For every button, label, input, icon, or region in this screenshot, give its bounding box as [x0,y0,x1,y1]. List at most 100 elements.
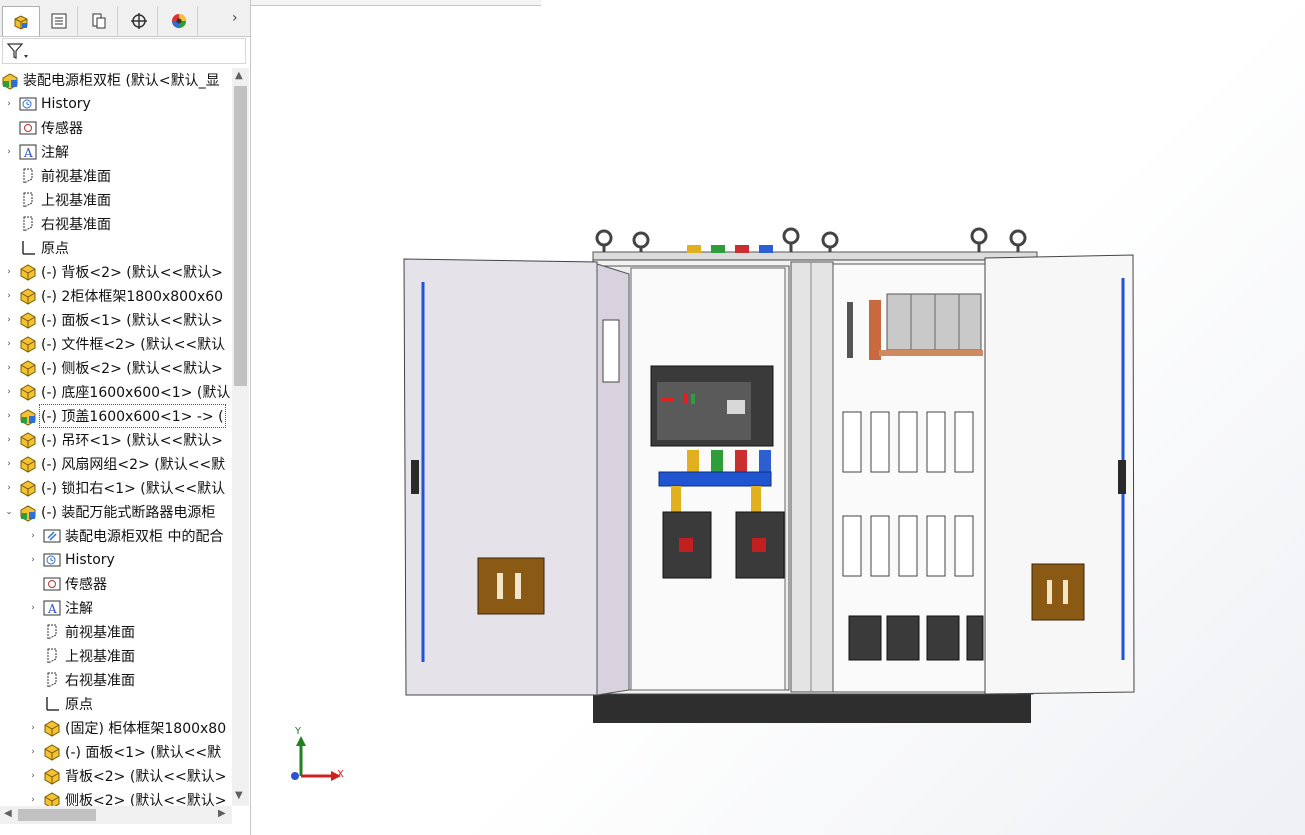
tree-item[interactable]: 右视基准面 [0,212,232,236]
tree-item-label: 上视基准面 [41,193,111,209]
plane-icon [42,646,62,666]
plane-icon [18,190,38,210]
expand-chevron-icon[interactable]: › [4,267,14,277]
tree-item[interactable]: › (固定) 柜体框架1800x80 [0,716,232,740]
expand-chevron-icon[interactable]: › [4,387,14,397]
tree-item[interactable]: 前视基准面 [0,164,232,188]
left-door-hinge [411,460,419,494]
expand-chevron-icon[interactable]: › [4,363,14,373]
tree-item[interactable]: 传感器 [0,572,232,596]
tab-feature-manager[interactable] [2,6,40,36]
expand-chevron-icon[interactable]: › [4,99,14,109]
tree-item[interactable]: › (-) 面板<1> (默认<<默 [0,740,232,764]
scroll-thumb-horizontal[interactable] [18,809,96,821]
tree-item[interactable]: › 背板<2> (默认<<默认> [0,764,232,788]
tree-item[interactable]: › 侧板<2> (默认<<默认> [0,788,232,806]
tree-item-label: (-) 面板<1> (默认<<默认> [41,313,223,329]
crosshair-icon [130,13,147,29]
expand-chevron-icon[interactable]: › [4,411,14,421]
expand-chevron-icon[interactable]: › [28,747,38,757]
tree-item-label: 传感器 [41,121,83,137]
tab-property-manager[interactable] [40,6,78,36]
tree-item[interactable]: › (-) 锁扣右<1> (默认<<默认 [0,476,232,500]
tree-item[interactable]: › 装配电源柜双柜 中的配合 [0,524,232,548]
tree-item[interactable]: › A 注解 [0,140,232,164]
origin-icon [18,238,38,258]
tree-item-label: 注解 [65,601,93,617]
part-icon [18,454,38,474]
cabinet-model[interactable] [251,0,1305,835]
expand-chevron-icon[interactable]: › [4,435,14,445]
expand-chevron-icon[interactable]: › [28,723,38,733]
expand-chevron-icon[interactable]: › [28,771,38,781]
part-icon [42,766,62,786]
tree-item[interactable]: 传感器 [0,116,232,140]
tree-item[interactable]: › (-) 侧板<2> (默认<<默认> [0,356,232,380]
expand-chevron-icon[interactable]: › [28,555,38,565]
busbar-blue [759,450,771,472]
expand-chevron-icon[interactable]: › [28,795,38,805]
tree-item[interactable]: 上视基准面 [0,644,232,668]
tree-horizontal-scrollbar[interactable]: ◀ ▶ [0,806,232,824]
tree-item-label: (固定) 柜体框架1800x80 [65,721,227,737]
tree-item[interactable]: › (-) 背板<2> (默认<<默认> [0,260,232,284]
right-door-hinge [1118,460,1126,494]
tree-item[interactable]: › (-) 面板<1> (默认<<默认> [0,308,232,332]
part-icon [18,310,38,330]
tree-item[interactable]: › (-) 底座1600x600<1> (默认 [0,380,232,404]
expand-chevron-icon[interactable]: › [28,603,38,613]
feature-manager-panel: › 装配电源柜双柜 (默认<默认_显 › History 传感器 › A 注解 前视基准面 上视… [0,0,251,835]
expand-chevron-icon[interactable]: › [4,291,14,301]
scroll-left-icon[interactable]: ◀ [4,808,12,819]
cabinet-top-cover [592,251,1038,261]
tab-configuration-manager[interactable] [80,6,118,36]
history-icon [42,550,62,570]
tree-item[interactable]: 右视基准面 [0,668,232,692]
expand-chevron-icon[interactable]: › [4,315,14,325]
filter-icon[interactable] [5,41,31,63]
scroll-thumb[interactable] [234,86,247,386]
svg-text:A: A [23,146,33,160]
expand-chevron-icon[interactable]: ⌄ [4,507,14,517]
tree-item[interactable]: › A 注解 [0,596,232,620]
part-icon [18,430,38,450]
tab-display-manager[interactable] [160,6,198,36]
tree-item[interactable]: › (-) 文件框<2> (默认<<默认 [0,332,232,356]
tree-item[interactable]: › History [0,548,232,572]
scroll-right-icon[interactable]: ▶ [218,808,226,819]
assembly-icon [18,502,38,522]
tree-item[interactable]: 原点 [0,692,232,716]
expand-chevron-icon[interactable]: › [28,531,38,541]
tree-item[interactable]: ⌄ (-) 装配万能式断路器电源柜 [0,500,232,524]
switch-group [886,293,982,351]
tree-item-label: 装配电源柜双柜 中的配合 [65,529,224,545]
scroll-up-icon[interactable]: ▲ [235,70,243,81]
tree-item[interactable]: › History [0,92,232,116]
expand-chevron-icon[interactable]: › [4,459,14,469]
expand-chevron-icon[interactable]: › [4,147,14,157]
tree-root[interactable]: 装配电源柜双柜 (默认<默认_显 [0,68,232,92]
mates-icon [42,526,62,546]
tree-item[interactable]: 前视基准面 [0,620,232,644]
tree-item[interactable]: 上视基准面 [0,188,232,212]
annotation-icon: A [42,598,62,618]
tree-filter-bar[interactable] [2,38,246,64]
tree-item[interactable]: › (-) 吊环<1> (默认<<默认> [0,428,232,452]
scroll-down-icon[interactable]: ▼ [235,790,243,801]
cabinet-divider [790,261,834,693]
tree-item[interactable]: › (-) 风扇网组<2> (默认<<默 [0,452,232,476]
graphics-viewport[interactable]: Y X [251,0,1305,835]
expand-chevron-icon[interactable]: › [4,339,14,349]
tree-item[interactable]: › (-) 顶盖1600x600<1> -> ( [0,404,232,428]
expand-chevron-icon[interactable]: › [4,483,14,493]
handle-slot [497,573,503,599]
tree-item[interactable]: › (-) 2柜体框架1800x800x60 [0,284,232,308]
bus-bracket [658,471,772,487]
triad-x-label: X [337,769,344,780]
tree-vertical-scrollbar[interactable]: ▲ ▼ [232,68,249,806]
tree-item[interactable]: 原点 [0,236,232,260]
tab-overflow-chevron-icon[interactable]: › [232,10,238,26]
tree-item-label: 传感器 [65,577,107,593]
root-icon [0,70,20,90]
tab-dimxpert-manager[interactable] [120,6,158,36]
